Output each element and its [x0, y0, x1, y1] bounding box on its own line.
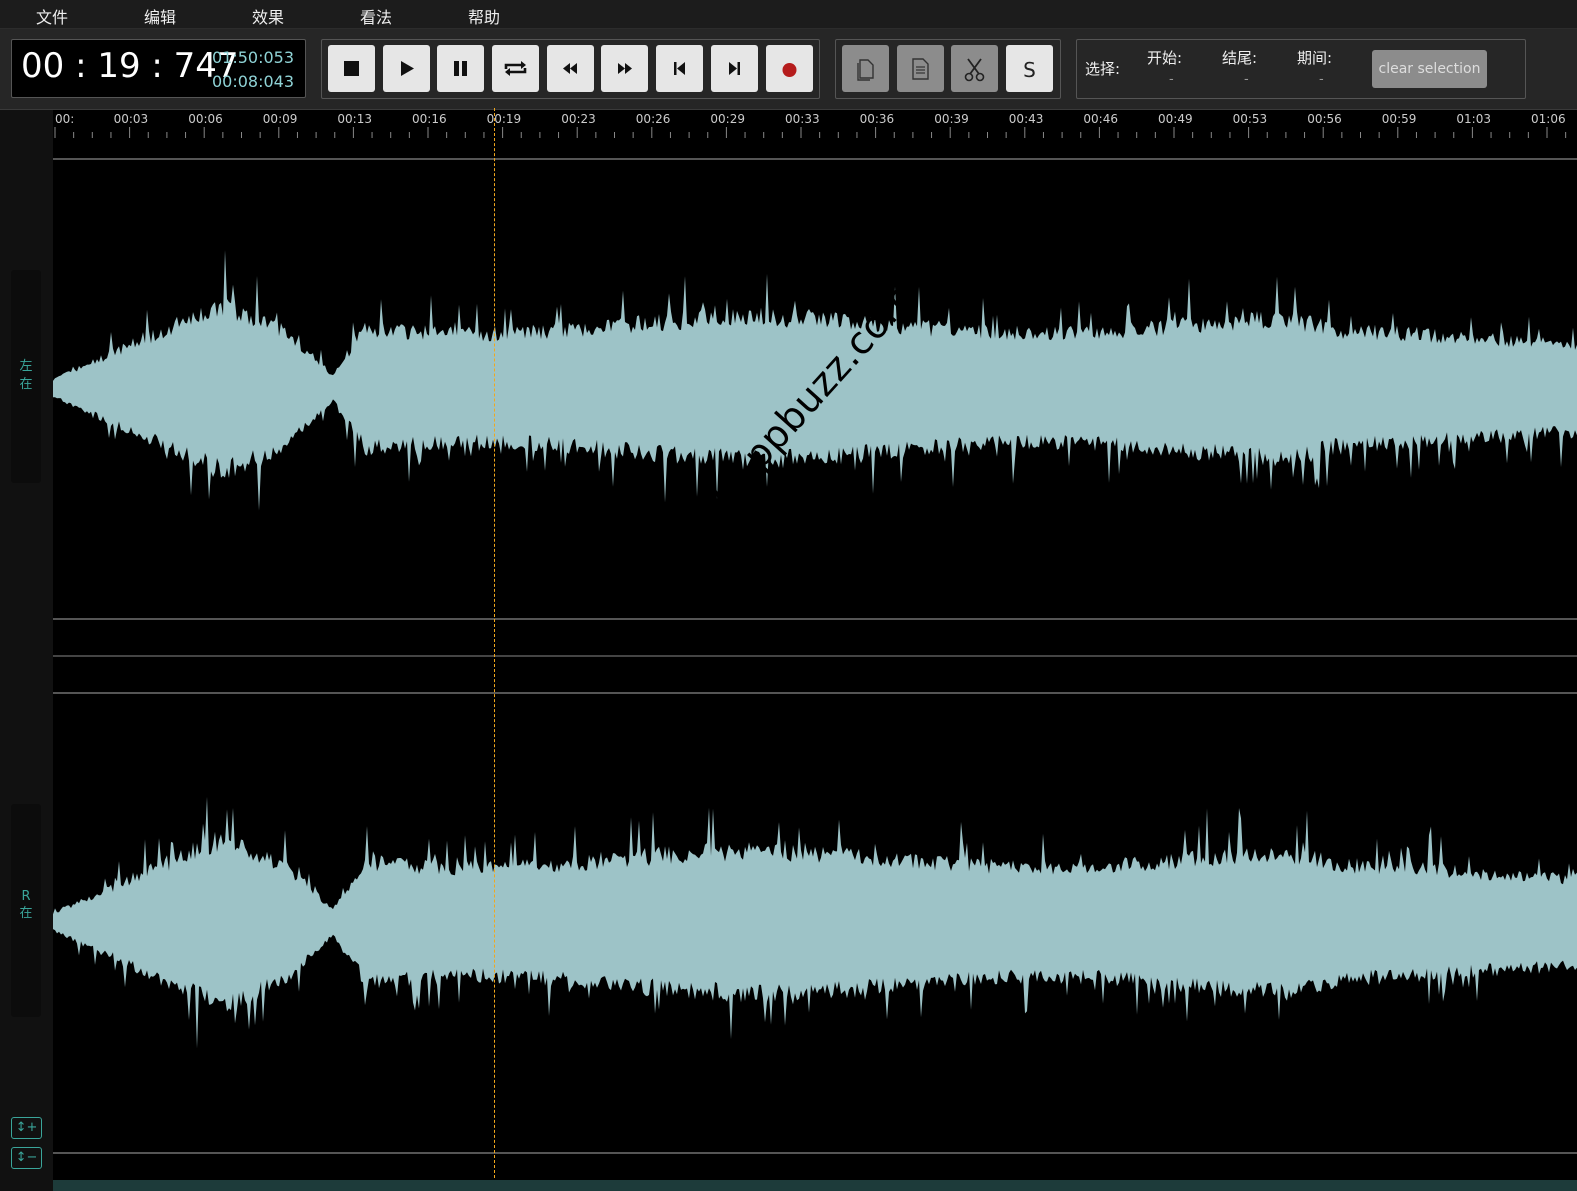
zoom-in-vertical-button[interactable]: ↕+ [11, 1117, 42, 1139]
left-channel-status: 在 [19, 377, 33, 392]
ruler-tick-label: 00:16 [412, 112, 447, 126]
ruler-ticks: 00: 00:03 00:06 00:09 00:13 00:16 00:19 00:23 00… [54, 112, 1567, 138]
menu-bar: 文件 编辑 效果 看法 帮助 [0, 0, 1577, 29]
playhead-cursor[interactable] [494, 108, 495, 1178]
ruler-tick-label: 00:06 [188, 112, 223, 126]
total-duration: 01:50:053 [211, 48, 294, 67]
loop-icon [504, 61, 527, 76]
rewind-icon [563, 63, 577, 74]
copy-icon [857, 59, 874, 81]
menu-edit[interactable]: 编辑 [144, 4, 176, 27]
zoom-out-vertical-button[interactable]: ↕− [11, 1147, 42, 1169]
right-channel-label[interactable]: R 在 [11, 804, 41, 1017]
fast-forward-button[interactable] [601, 45, 648, 92]
menu-view[interactable]: 看法 [360, 4, 392, 27]
right-channel-name: R [21, 889, 31, 904]
menu-help[interactable]: 帮助 [468, 4, 500, 27]
pause-button[interactable] [437, 45, 484, 92]
copy-button[interactable] [842, 45, 889, 92]
selection-start-label: 开始: [1147, 49, 1183, 67]
transport-controls [321, 39, 820, 99]
skip-to-start-button[interactable] [656, 45, 703, 92]
ruler-tick-label: 00:13 [337, 112, 372, 126]
ruler-tick-label: 00:19 [487, 112, 522, 126]
ruler-tick-label: 00:49 [1158, 112, 1193, 126]
right-channel-waveform [53, 796, 1577, 1049]
ruler-tick-label: 00:56 [1307, 112, 1342, 126]
ruler-tick-label: 00:59 [1382, 112, 1417, 126]
waveform-area[interactable]: www.ppbuzz.com [53, 140, 1577, 1191]
time-display: 00 : 19 : 747 01:50:053 00:08:043 [11, 39, 306, 98]
selection-panel: 选择: 开始: - 结尾: - 期间: - clear selection [1076, 39, 1526, 99]
ruler-tick-label: 00:46 [1083, 112, 1118, 126]
ruler-tick-label: 00:03 [114, 112, 149, 126]
menu-effects[interactable]: 效果 [252, 4, 284, 27]
selection-label: 选择: [1085, 60, 1121, 78]
waveform-canvas [53, 158, 1577, 1154]
s-label: S [1023, 58, 1036, 82]
ruler-tick-label: 00:36 [860, 112, 895, 126]
paste-button[interactable] [897, 45, 944, 92]
clear-selection-button[interactable]: clear selection [1372, 50, 1487, 88]
timeline-ruler[interactable]: 00: 00:03 00:06 00:09 00:13 00:16 00:19 00:23 00… [53, 110, 1577, 140]
record-icon [782, 63, 797, 77]
edit-tools: S [835, 39, 1061, 99]
ruler-tick-label: 00:29 [710, 112, 745, 126]
fast-forward-icon [618, 63, 632, 74]
stop-icon [344, 61, 359, 76]
cut-icon [964, 58, 985, 82]
selection-start-value: - [1169, 72, 1174, 87]
ruler-tick-label: 01:06 [1531, 112, 1566, 126]
ruler-tick-label: 00:23 [561, 112, 596, 126]
play-icon [401, 61, 414, 76]
channel-panel: 左 在 R 在 ↕+ ↕− [0, 110, 53, 1191]
paste-icon [912, 58, 929, 80]
ruler-tick-label: 00:09 [263, 112, 298, 126]
ruler-tick-label: 01:03 [1456, 112, 1491, 126]
right-channel-status: 在 [19, 906, 33, 921]
left-channel-name: 左 [19, 359, 33, 374]
stop-button[interactable] [328, 45, 375, 92]
left-channel-label[interactable]: 左 在 [11, 270, 41, 483]
ruler-tick-label: 00:53 [1233, 112, 1268, 126]
ruler-tick-label: 00: [55, 112, 74, 126]
selection-end-value: - [1244, 72, 1249, 87]
rewind-button[interactable] [547, 45, 594, 92]
skip-to-end-button[interactable] [711, 45, 758, 92]
s-button[interactable]: S [1006, 45, 1053, 92]
skip-to-end-icon [729, 62, 740, 75]
horizontal-scrollbar[interactable] [53, 1180, 1577, 1191]
ruler-tick-label: 00:26 [636, 112, 671, 126]
selection-end-label: 结尾: [1222, 49, 1258, 67]
selection-duration: 00:08:043 [211, 72, 294, 91]
selection-duration-value: - [1319, 72, 1324, 87]
current-time: 00 : 19 : 747 [21, 46, 239, 86]
ruler-tick-label: 00:39 [934, 112, 969, 126]
pause-icon [454, 61, 467, 76]
ruler-tick-label: 00:43 [1009, 112, 1044, 126]
selection-duration-label: 期间: [1297, 49, 1333, 67]
ruler-tick-label: 00:33 [785, 112, 820, 126]
menu-file[interactable]: 文件 [36, 4, 68, 27]
play-button[interactable] [383, 45, 430, 92]
loop-button[interactable] [492, 45, 539, 92]
cut-button[interactable] [951, 45, 998, 92]
toolbar: 00 : 19 : 747 01:50:053 00:08:043 S 选择: … [0, 29, 1577, 110]
skip-to-start-icon [674, 62, 685, 75]
record-button[interactable] [766, 45, 813, 92]
audio-editor: 文件 编辑 效果 看法 帮助 00 : 19 : 747 01:50:053 0… [0, 0, 1577, 1191]
